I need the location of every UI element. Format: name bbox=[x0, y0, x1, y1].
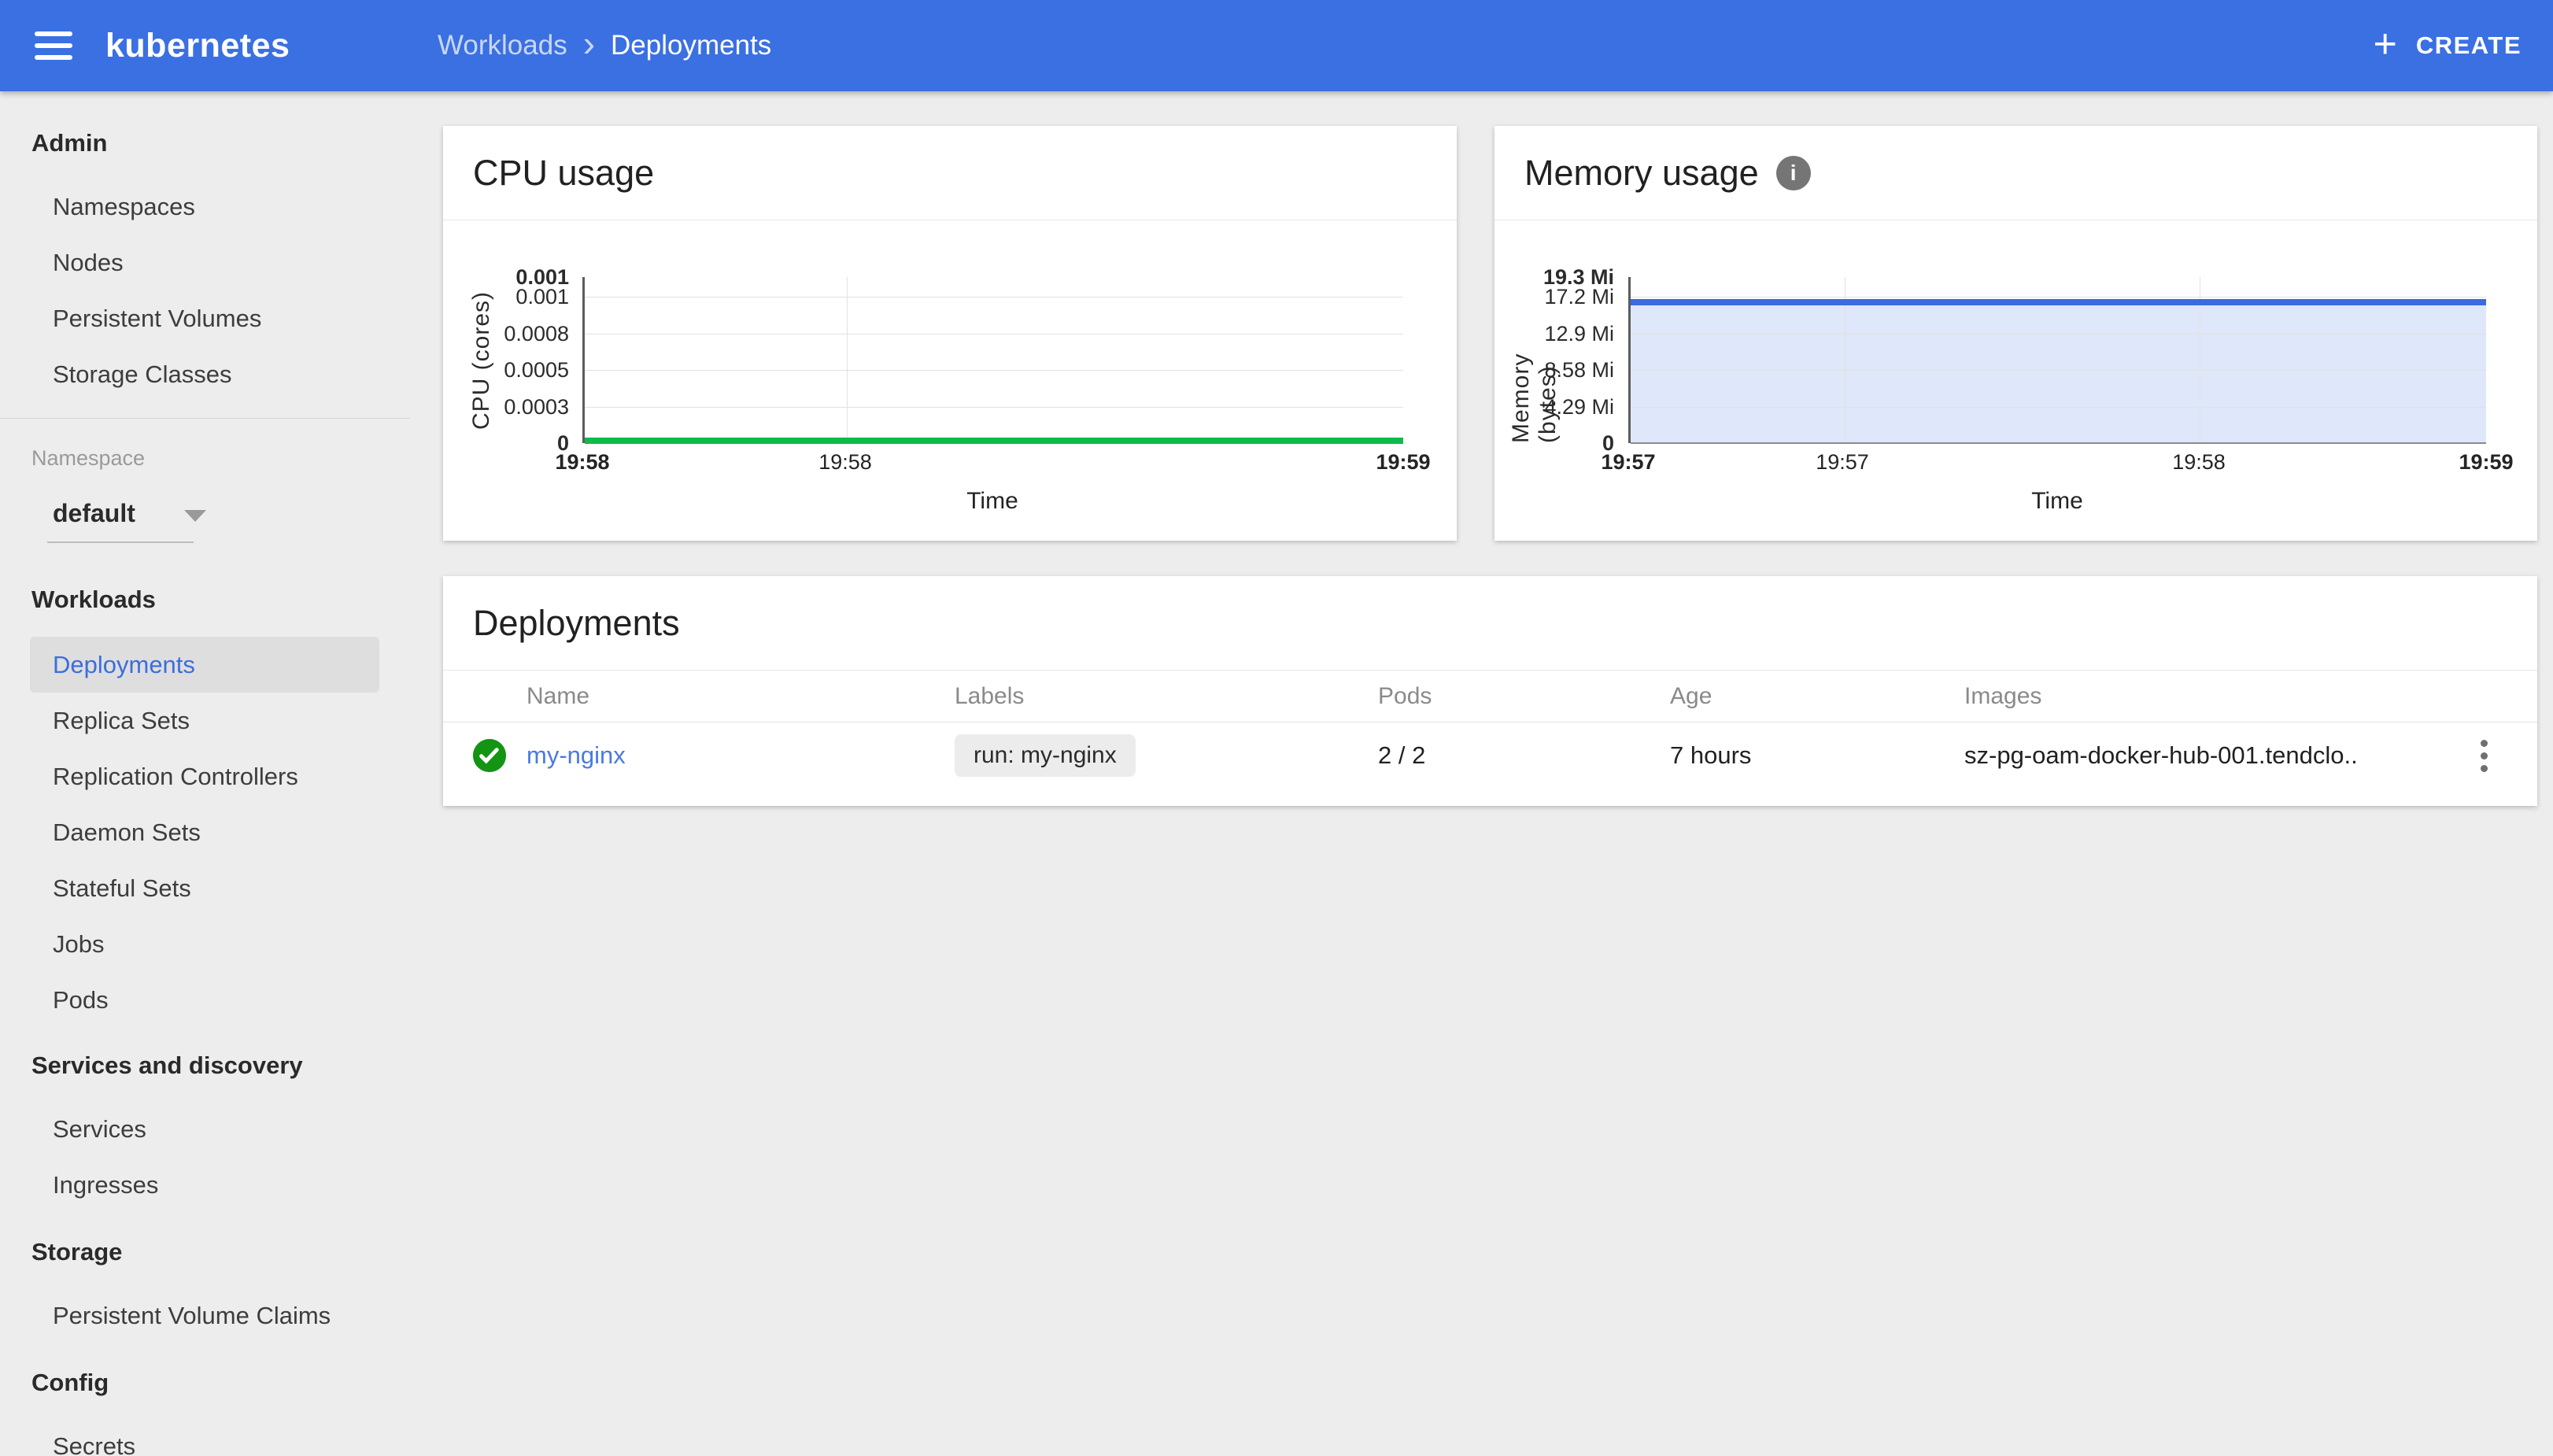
breadcrumb: Workloads › Deployments bbox=[438, 0, 771, 91]
sidebar-section-config: Config bbox=[31, 1368, 109, 1396]
caret-down-icon bbox=[183, 509, 206, 522]
sidebar-item-services[interactable]: Services bbox=[30, 1101, 379, 1157]
sidebar-section-admin: Admin bbox=[31, 128, 108, 157]
column-header-pods: Pods bbox=[1378, 682, 1432, 709]
deployment-name-link[interactable]: my-nginx bbox=[526, 741, 626, 769]
gridline bbox=[846, 277, 848, 443]
memory-x-tick: 19:57 bbox=[1816, 450, 1869, 474]
sidebar-item-storage-classes[interactable]: Storage Classes bbox=[30, 346, 379, 402]
sidebar-item-stateful-sets[interactable]: Stateful Sets bbox=[30, 860, 379, 916]
table-row: my-nginx run: my-nginx 2 / 2 7 hours sz-… bbox=[443, 722, 2537, 789]
cpu-y-tick: 0.0008 bbox=[504, 322, 569, 346]
sidebar-item-persistent-volume-claims[interactable]: Persistent Volume Claims bbox=[30, 1288, 379, 1343]
memory-x-tick: 19:59 bbox=[2459, 450, 2514, 474]
namespace-underline bbox=[47, 541, 194, 543]
memory-series-area bbox=[1631, 305, 2486, 443]
status-cell bbox=[471, 737, 526, 774]
main-content: CPU usage CPU (cores) 0.001 0.001 0.0008… bbox=[409, 91, 2553, 1456]
sidebar-item-deployments[interactable]: Deployments bbox=[30, 637, 379, 693]
sidebar-item-persistent-volumes[interactable]: Persistent Volumes bbox=[30, 290, 379, 346]
column-header-name: Name bbox=[526, 682, 590, 709]
cpu-y-tick: 0.001 bbox=[515, 285, 569, 309]
app-logo[interactable]: kubernetes bbox=[105, 27, 290, 65]
cpu-x-tick: 19:58 bbox=[555, 450, 610, 474]
memory-chart: Memory (bytes) 19.3 Mi 17.2 Mi 12.9 Mi 8… bbox=[1494, 220, 2537, 540]
memory-y-tick: 12.9 Mi bbox=[1544, 322, 1614, 346]
cpu-usage-title: CPU usage bbox=[443, 126, 1457, 220]
gridline bbox=[585, 407, 1403, 408]
memory-usage-title: Memory usage i bbox=[1494, 126, 2537, 220]
hamburger-icon bbox=[35, 31, 72, 36]
plus-icon: + bbox=[2373, 21, 2397, 67]
memory-y-tick: 4.29 Mi bbox=[1544, 395, 1614, 419]
cpu-x-axis-title: Time bbox=[966, 488, 1018, 514]
chevron-right-icon: › bbox=[582, 23, 596, 64]
pods-cell: 2 / 2 bbox=[1378, 741, 1426, 769]
create-button-label: CREATE bbox=[2415, 31, 2522, 59]
cpu-usage-card: CPU usage CPU (cores) 0.001 0.001 0.0008… bbox=[443, 126, 1457, 541]
table-header-row: Name Labels Pods Age Images bbox=[443, 671, 2537, 722]
sidebar-item-ingresses[interactable]: Ingresses bbox=[30, 1157, 379, 1213]
sidebar-item-replica-sets[interactable]: Replica Sets bbox=[30, 693, 379, 748]
sidebar-item-secrets[interactable]: Secrets bbox=[30, 1418, 379, 1456]
age-cell: 7 hours bbox=[1670, 741, 1752, 769]
cpu-chart-plot bbox=[582, 277, 1403, 444]
cpu-x-tick: 19:58 bbox=[818, 450, 872, 474]
memory-series-line bbox=[1631, 299, 2486, 305]
sidebar-item-replication-controllers[interactable]: Replication Controllers bbox=[30, 748, 379, 804]
memory-x-tick: 19:57 bbox=[1601, 450, 1656, 474]
app-header: kubernetes Workloads › Deployments + CRE… bbox=[0, 0, 2553, 91]
images-cell: sz-pg-oam-docker-hub-001.tendclo.. bbox=[1964, 741, 2358, 769]
check-circle-icon bbox=[472, 738, 507, 773]
memory-usage-card: Memory usage i Memory (bytes) 19.3 Mi 17… bbox=[1494, 126, 2537, 541]
sidebar-item-daemon-sets[interactable]: Daemon Sets bbox=[30, 804, 379, 860]
sidebar-section-workloads: Workloads bbox=[31, 585, 156, 613]
create-button[interactable]: + CREATE bbox=[2373, 0, 2522, 91]
sidebar: Admin Namespaces Nodes Persistent Volume… bbox=[0, 91, 409, 1456]
info-icon[interactable]: i bbox=[1775, 155, 1811, 190]
sidebar-item-namespaces[interactable]: Namespaces bbox=[30, 179, 379, 235]
labels-cell: run: my-nginx bbox=[955, 734, 1378, 777]
x-axis-line bbox=[1631, 442, 2486, 444]
namespace-label: Namespace bbox=[31, 445, 146, 470]
gridline bbox=[1631, 407, 2486, 408]
gridline bbox=[1631, 370, 2486, 371]
cpu-y-tick: 0.0005 bbox=[504, 358, 569, 382]
gridline bbox=[585, 370, 1403, 371]
cpu-chart: CPU (cores) 0.001 0.001 0.0008 0.0005 0.… bbox=[443, 220, 1457, 540]
memory-x-axis-title: Time bbox=[2031, 488, 2083, 514]
menu-button[interactable] bbox=[35, 31, 72, 60]
sidebar-item-nodes[interactable]: Nodes bbox=[30, 235, 379, 290]
sidebar-item-jobs[interactable]: Jobs bbox=[30, 916, 379, 972]
deployments-card: Deployments Name Labels Pods Age Images … bbox=[443, 576, 2537, 806]
sidebar-divider bbox=[0, 418, 409, 419]
column-header-labels: Labels bbox=[955, 682, 1025, 709]
kebab-icon bbox=[2480, 739, 2488, 747]
sidebar-item-pods[interactable]: Pods bbox=[30, 972, 379, 1028]
cpu-y-zero-label: 0 bbox=[556, 431, 569, 455]
namespace-value: default bbox=[53, 498, 135, 527]
column-header-age: Age bbox=[1670, 682, 1712, 709]
memory-y-tick: 8.58 Mi bbox=[1544, 358, 1614, 382]
memory-y-tick: 17.2 Mi bbox=[1544, 285, 1614, 309]
cpu-x-tick: 19:59 bbox=[1376, 450, 1431, 474]
memory-y-zero-label: 0 bbox=[1602, 431, 1614, 455]
memory-x-tick: 19:58 bbox=[2172, 450, 2226, 474]
cpu-y-tick: 0.0003 bbox=[504, 395, 569, 419]
sidebar-section-storage: Storage bbox=[31, 1237, 123, 1266]
sidebar-section-services-discovery: Services and discovery bbox=[31, 1051, 303, 1079]
cpu-series-line bbox=[585, 438, 1403, 444]
label-chip: run: my-nginx bbox=[955, 734, 1136, 777]
row-menu-button[interactable] bbox=[2474, 734, 2494, 778]
name-cell: my-nginx bbox=[526, 741, 955, 770]
breadcrumb-current: Deployments bbox=[611, 30, 772, 61]
memory-chart-plot bbox=[1628, 277, 2486, 444]
namespace-select[interactable]: default bbox=[0, 496, 409, 530]
column-header-images: Images bbox=[1964, 682, 2042, 709]
memory-usage-title-text: Memory usage bbox=[1524, 152, 1759, 193]
deployments-card-title: Deployments bbox=[443, 576, 2537, 671]
breadcrumb-parent[interactable]: Workloads bbox=[438, 30, 567, 61]
